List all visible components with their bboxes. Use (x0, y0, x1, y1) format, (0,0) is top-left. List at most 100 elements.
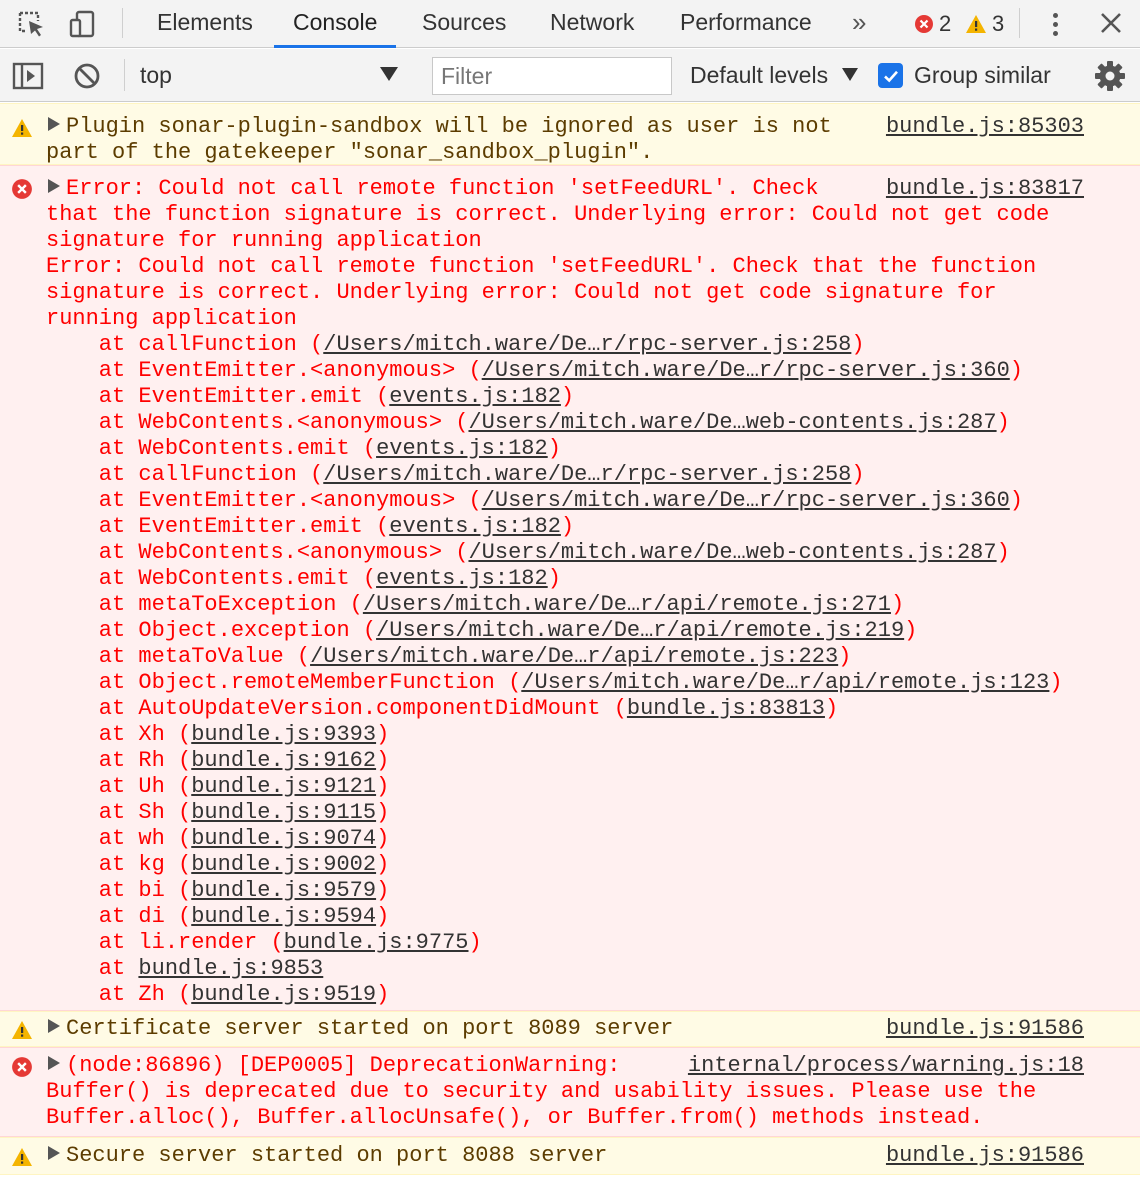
stack-frame-link[interactable]: /Users/mitch.ware/De…r/api/remote.js:271 (363, 592, 891, 617)
tab-performance[interactable]: Performance (679, 0, 813, 48)
stack-frame-function: callFunction (138, 462, 297, 487)
tab-network[interactable]: Network (549, 0, 635, 48)
stack-frame-link[interactable]: /Users/mitch.ware/De…r/api/remote.js:219 (376, 618, 904, 643)
stack-frame-function: callFunction (138, 332, 297, 357)
error-icon (12, 179, 32, 199)
stack-frame-link[interactable]: /Users/mitch.ware/De…r/rpc-server.js:258 (323, 462, 851, 487)
source-link[interactable]: bundle.js:91586 (886, 1016, 1084, 1042)
stack-frame-link[interactable]: /Users/mitch.ware/De…r/api/remote.js:123 (521, 670, 1049, 695)
stack-frame-link[interactable]: /Users/mitch.ware/De…r/rpc-server.js:360 (482, 358, 1010, 383)
expand-triangle-icon[interactable] (48, 1056, 60, 1070)
stack-frame-function: wh (138, 826, 165, 851)
tab-sources[interactable]: Sources (421, 0, 507, 48)
expand-triangle-icon[interactable] (48, 179, 60, 193)
stack-frame-link[interactable]: /Users/mitch.ware/De…r/api/remote.js:223 (310, 644, 838, 669)
stack-frame-link[interactable]: bundle.js:9775 (284, 930, 469, 955)
stack-frame-link[interactable]: bundle.js:9074 (191, 826, 376, 851)
source-link[interactable]: bundle.js:83817 (886, 176, 1084, 202)
context-selector[interactable]: top (140, 49, 172, 102)
stack-frame-link[interactable]: bundle.js:9519 (191, 982, 376, 1007)
stack-frame: at bundle.js:9853 (46, 956, 324, 981)
stack-frame-link[interactable]: bundle.js:9393 (191, 722, 376, 747)
error-icon (915, 15, 933, 33)
stack-frame: at EventEmitter.<anonymous> (/Users/mitc… (46, 358, 1023, 383)
context-dropdown-arrow-icon[interactable] (380, 67, 398, 81)
device-toolbar-icon[interactable] (66, 7, 100, 41)
more-options-icon[interactable] (1044, 8, 1066, 40)
expand-triangle-icon[interactable] (48, 1019, 60, 1033)
stack-frame-link[interactable]: /Users/mitch.ware/De…r/rpc-server.js:258 (323, 332, 851, 357)
stack-frame: at callFunction (/Users/mitch.ware/De…r/… (46, 462, 865, 487)
stack-frame-link[interactable]: events.js:182 (376, 436, 548, 461)
console-message-warning[interactable]: Secure server started on port 8088 serve… (0, 1137, 1140, 1175)
stack-frame: at li.render (bundle.js:9775) (46, 930, 482, 955)
stack-frame-function: WebContents.emit (138, 566, 350, 591)
stack-frame: at EventEmitter.emit (events.js:182) (46, 514, 575, 539)
stack-frame: at EventEmitter.<anonymous> (/Users/mitc… (46, 488, 1023, 513)
toolbar-divider (1019, 8, 1020, 38)
stack-frame-link[interactable]: bundle.js:9579 (191, 878, 376, 903)
stack-frame: at kg (bundle.js:9002) (46, 852, 390, 877)
sidebar-toggle-icon[interactable] (12, 61, 44, 91)
warning-counter[interactable]: 3 (965, 0, 1004, 48)
stack-frame: at WebContents.<anonymous> (/Users/mitch… (46, 540, 1010, 565)
stack-frame-link[interactable]: /Users/mitch.ware/De…web-contents.js:287 (468, 540, 996, 565)
levels-dropdown-arrow-icon[interactable] (842, 68, 858, 81)
filter-input[interactable] (432, 57, 672, 95)
stack-frame: at WebContents.emit (events.js:182) (46, 436, 561, 461)
console-message-warning[interactable]: Certificate server started on port 8089 … (0, 1011, 1140, 1047)
stack-frame: at WebContents.emit (events.js:182) (46, 566, 561, 591)
stack-frame: at Sh (bundle.js:9115) (46, 800, 390, 825)
stack-frame: at EventEmitter.emit (events.js:182) (46, 384, 575, 409)
stack-frame: at Object.exception (/Users/mitch.ware/D… (46, 618, 918, 643)
stack-frame-function: Object.exception (138, 618, 350, 643)
stack-frame-link[interactable]: bundle.js:9121 (191, 774, 376, 799)
stack-frame: at metaToException (/Users/mitch.ware/De… (46, 592, 905, 617)
stack-frame-function: WebContents.<anonymous> (138, 540, 443, 565)
stack-frame-function: EventEmitter.<anonymous> (138, 488, 456, 513)
group-similar-checkbox[interactable] (878, 63, 903, 88)
stack-frame-link[interactable]: bundle.js:9002 (191, 852, 376, 877)
tab-console[interactable]: Console (273, 0, 397, 48)
stack-frame-function: bi (138, 878, 165, 903)
more-tabs-chevron-icon[interactable]: » (852, 0, 866, 48)
stack-frame: at Uh (bundle.js:9121) (46, 774, 390, 799)
console-settings-gear-icon[interactable] (1094, 60, 1126, 92)
stack-frame-link[interactable]: events.js:182 (389, 384, 561, 409)
source-link[interactable]: bundle.js:91586 (886, 1143, 1084, 1169)
close-devtools-icon[interactable] (1096, 8, 1126, 38)
stack-frame-link[interactable]: bundle.js:9162 (191, 748, 376, 773)
stack-frame-link[interactable]: bundle.js:9115 (191, 800, 376, 825)
console-message-warning[interactable]: Plugin sonar-plugin-sandbox will be igno… (0, 103, 1140, 165)
stack-frame-function: metaToException (138, 592, 337, 617)
console-message-error[interactable]: Error: Could not call remote function 's… (0, 165, 1140, 1011)
expand-triangle-icon[interactable] (48, 117, 60, 131)
stack-frame-link[interactable]: bundle.js:9853 (138, 956, 323, 981)
error-icon (12, 1057, 32, 1077)
devtools-tab-bar: Elements Console Sources Network Perform… (0, 0, 1140, 48)
stack-frame-link[interactable]: events.js:182 (389, 514, 561, 539)
stack-frame-link[interactable]: events.js:182 (376, 566, 548, 591)
stack-frame-link[interactable]: /Users/mitch.ware/De…web-contents.js:287 (468, 410, 996, 435)
console-message-error[interactable]: (node:86896) [DEP0005] DeprecationWarnin… (0, 1047, 1140, 1137)
clear-console-icon[interactable] (72, 61, 102, 91)
tab-elements[interactable]: Elements (156, 0, 254, 48)
stack-frame-function: EventEmitter.emit (138, 514, 363, 539)
toolbar-divider (122, 8, 123, 38)
stack-frame-link[interactable]: bundle.js:9594 (191, 904, 376, 929)
stack-frame-function: WebContents.emit (138, 436, 350, 461)
stack-frame-link[interactable]: bundle.js:83813 (627, 696, 825, 721)
stack-frame: at AutoUpdateVersion.componentDidMount (… (46, 696, 839, 721)
error-counter[interactable]: 2 (914, 0, 951, 48)
source-link[interactable]: bundle.js:85303 (886, 114, 1084, 140)
stack-frame-function: metaToValue (138, 644, 284, 669)
warning-icon (12, 1148, 32, 1166)
stack-frame-link[interactable]: /Users/mitch.ware/De…r/rpc-server.js:360 (482, 488, 1010, 513)
expand-triangle-icon[interactable] (48, 1146, 60, 1160)
stack-frame-function: Uh (138, 774, 165, 799)
warning-count: 3 (992, 11, 1005, 36)
inspect-element-icon[interactable] (14, 7, 48, 41)
stack-frame: at WebContents.<anonymous> (/Users/mitch… (46, 410, 1010, 435)
source-link[interactable]: internal/process/warning.js:18 (688, 1053, 1084, 1079)
log-levels-dropdown[interactable]: Default levels (690, 49, 828, 102)
